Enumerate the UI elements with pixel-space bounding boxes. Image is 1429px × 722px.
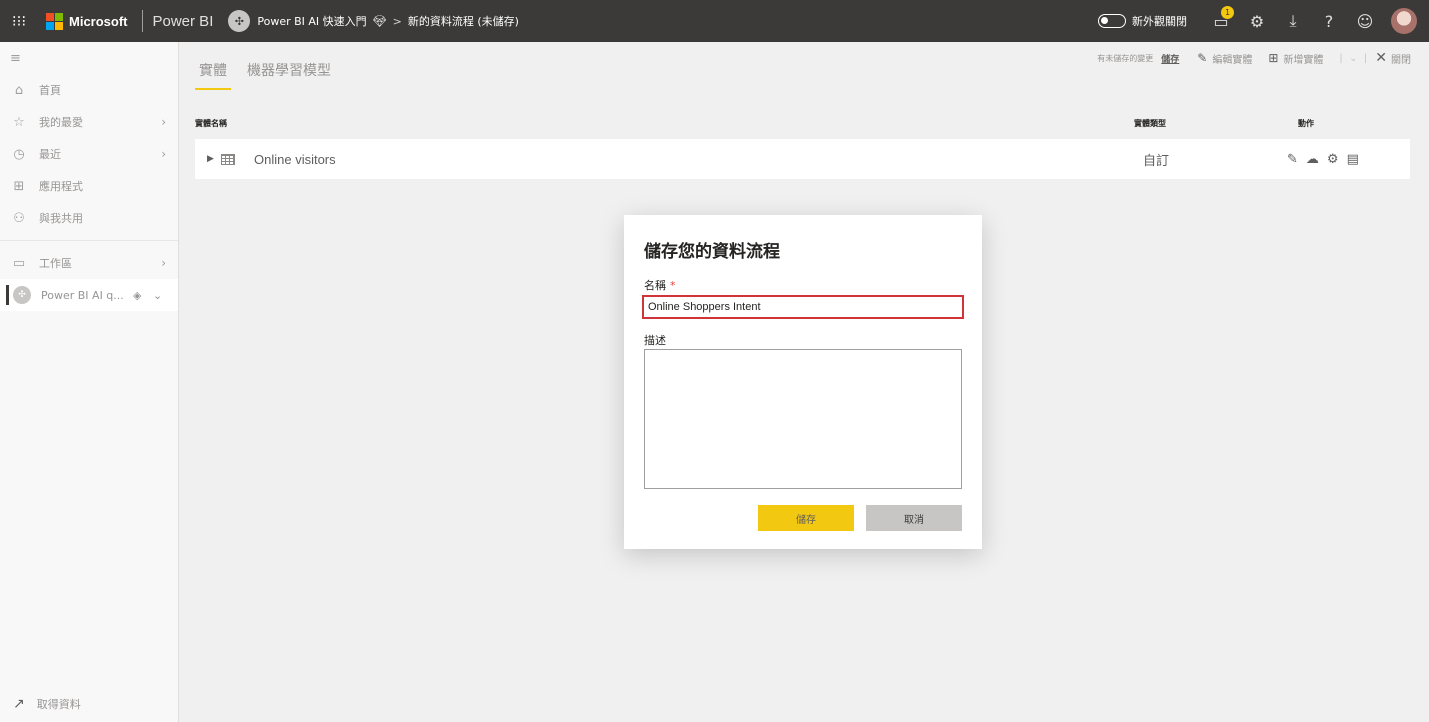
- chevron-down-icon[interactable]: | ⌄ |: [1339, 53, 1367, 64]
- add-entity-label: 新增實體: [1283, 54, 1324, 66]
- nav-item-shared[interactable]: ⚇ 與我共用: [0, 202, 178, 234]
- star-icon: ☆: [13, 114, 25, 130]
- nav-item-label: 工作區: [39, 257, 72, 270]
- top-bar: ⁝⁝⁝ Microsoft Power BI ✣ Power BI AI 快速入…: [0, 0, 1429, 42]
- edit-entity-icon: ✎: [1197, 51, 1208, 65]
- microsoft-logo[interactable]: Microsoft: [46, 12, 128, 30]
- save-link[interactable]: 儲存: [1161, 52, 1179, 65]
- app-name[interactable]: Power BI: [153, 13, 214, 30]
- nav-item-label: 與我共用: [39, 212, 83, 225]
- nav-item-label: 應用程式: [39, 180, 83, 193]
- workspace-avatar-icon: ✣: [13, 286, 31, 304]
- column-header-name: 實體名稱: [195, 119, 227, 128]
- workspace-avatar-icon: ✣: [228, 10, 251, 32]
- premium-diamond-icon: ◈: [133, 288, 142, 302]
- microsoft-logo-icon: [46, 12, 63, 30]
- nav-item-current-workspace[interactable]: ✣ Power BI AI q... ◈ ⌄: [0, 279, 178, 311]
- breadcrumb-page: 新的資料流程 (未儲存): [407, 15, 519, 28]
- user-avatar[interactable]: [1391, 8, 1417, 34]
- get-data-link[interactable]: ↗ 取得資料: [13, 696, 81, 712]
- chevron-down-icon[interactable]: ⌄: [153, 289, 162, 302]
- required-asterisk: *: [670, 279, 676, 292]
- settings-gear-icon[interactable]: ⚙: [1327, 152, 1339, 167]
- save-dataflow-dialog: 儲存您的資料流程 名稱 * 描述 儲存 取消: [624, 215, 982, 549]
- ai-insights-icon[interactable]: ☁: [1306, 152, 1319, 167]
- close-label: 關閉: [1391, 54, 1411, 66]
- nav-item-workspaces[interactable]: ▭ 工作區 ›: [0, 247, 178, 279]
- properties-icon[interactable]: ▤: [1347, 152, 1359, 167]
- nav-item-favorites[interactable]: ☆ 我的最愛 ›: [0, 106, 178, 138]
- name-input[interactable]: [642, 295, 964, 319]
- close-button[interactable]: ✕ 關閉: [1375, 50, 1411, 66]
- unsaved-changes-text: 有未儲存的變更: [1097, 53, 1154, 63]
- notifications-icon[interactable]: ▭ 1: [1203, 0, 1239, 42]
- app-launcher-icon[interactable]: ⁝⁝⁝: [0, 0, 38, 42]
- download-icon[interactable]: ⤓: [1275, 0, 1311, 42]
- description-label: 描述: [644, 334, 666, 347]
- name-label: 名稱 *: [644, 277, 676, 293]
- shared-icon: ⚇: [13, 210, 25, 226]
- edit-entity-button[interactable]: ✎ 編輯實體: [1197, 51, 1252, 66]
- nav-item-home[interactable]: ⌂ 首頁: [0, 74, 178, 106]
- nav-item-label: 最近: [39, 148, 61, 161]
- topbar-actions: 新外觀關閉 ▭ 1 ⚙ ⤓ ? ☺: [1098, 0, 1429, 42]
- command-bar: 有未儲存的變更 儲存 ✎ 編輯實體 ⊞ 新增實體 | ⌄ | ✕ 關閉: [1097, 50, 1411, 66]
- table-row[interactable]: ▶ Online visitors 自訂 ✎ ☁ ⚙ ▤: [195, 139, 1410, 179]
- chevron-right-icon: ›: [161, 115, 166, 129]
- entity-type: 自訂: [1143, 153, 1170, 169]
- settings-gear-icon[interactable]: ⚙: [1239, 0, 1275, 42]
- add-entity-icon: ⊞: [1268, 51, 1279, 65]
- add-entity-button[interactable]: ⊞ 新增實體: [1268, 51, 1323, 66]
- active-indicator: [6, 285, 9, 305]
- new-look-label: 新外觀關閉: [1132, 15, 1187, 28]
- chevron-right-icon: ›: [161, 147, 166, 161]
- column-header-actions: 動作: [1298, 119, 1314, 128]
- breadcrumb-separator: >: [392, 14, 402, 28]
- current-workspace-label: Power BI AI q...: [41, 288, 124, 302]
- microsoft-brand-text: Microsoft: [69, 13, 128, 29]
- dialog-title: 儲存您的資料流程: [644, 242, 780, 262]
- name-label-text: 名稱: [644, 279, 666, 292]
- workspaces-icon: ▭: [12, 255, 26, 271]
- nav-item-apps[interactable]: ⊞ 應用程式: [0, 170, 178, 202]
- topbar-divider: [141, 10, 143, 32]
- edit-icon[interactable]: ✎: [1287, 152, 1298, 167]
- breadcrumb: Power BI AI 快速入門 💎︎ > 新的資料流程 (未儲存): [257, 13, 519, 29]
- expand-arrow-icon[interactable]: ▶: [207, 154, 214, 164]
- tab-entities[interactable]: 實體: [195, 58, 231, 90]
- row-actions: ✎ ☁ ⚙ ▤: [1287, 152, 1359, 167]
- cancel-button[interactable]: 取消: [866, 505, 962, 531]
- edit-entity-label: 編輯實體: [1212, 54, 1253, 66]
- column-header-type: 實體類型: [1134, 119, 1166, 128]
- apps-icon: ⊞: [13, 178, 25, 194]
- help-icon[interactable]: ?: [1311, 0, 1347, 42]
- nav-item-label: 首頁: [39, 84, 61, 97]
- feedback-smiley-icon[interactable]: ☺: [1347, 0, 1383, 42]
- notification-badge: 1: [1221, 6, 1234, 19]
- chevron-right-icon: ›: [161, 256, 166, 270]
- breadcrumb-workspace[interactable]: Power BI AI 快速入門: [257, 13, 366, 29]
- nav-item-label: 我的最愛: [39, 116, 83, 129]
- save-button[interactable]: 儲存: [758, 505, 854, 531]
- get-data-label: 取得資料: [36, 698, 81, 711]
- premium-diamond-icon: 💎︎: [372, 14, 387, 28]
- entity-name: Online visitors: [254, 151, 336, 167]
- new-look-toggle[interactable]: [1098, 14, 1126, 28]
- table-header: 實體名稱 實體類型 動作: [195, 118, 1410, 130]
- left-navigation: ≡ ⌂ 首頁 ☆ 我的最愛 › ◷ 最近 › ⊞ 應用程式 ⚇ 與我共用 ▭ 工…: [0, 42, 179, 722]
- hamburger-icon[interactable]: ≡: [0, 42, 178, 74]
- tab-strip: 實體 機器學習模型: [195, 58, 335, 90]
- description-textarea[interactable]: [644, 349, 962, 489]
- tab-ml-models[interactable]: 機器學習模型: [243, 58, 335, 90]
- arrow-up-right-icon: ↗: [13, 696, 25, 712]
- table-icon: [221, 153, 235, 165]
- close-icon: ✕: [1375, 50, 1387, 66]
- clock-icon: ◷: [13, 146, 25, 162]
- nav-item-recent[interactable]: ◷ 最近 ›: [0, 138, 178, 170]
- home-icon: ⌂: [14, 82, 24, 98]
- nav-divider: [0, 240, 178, 241]
